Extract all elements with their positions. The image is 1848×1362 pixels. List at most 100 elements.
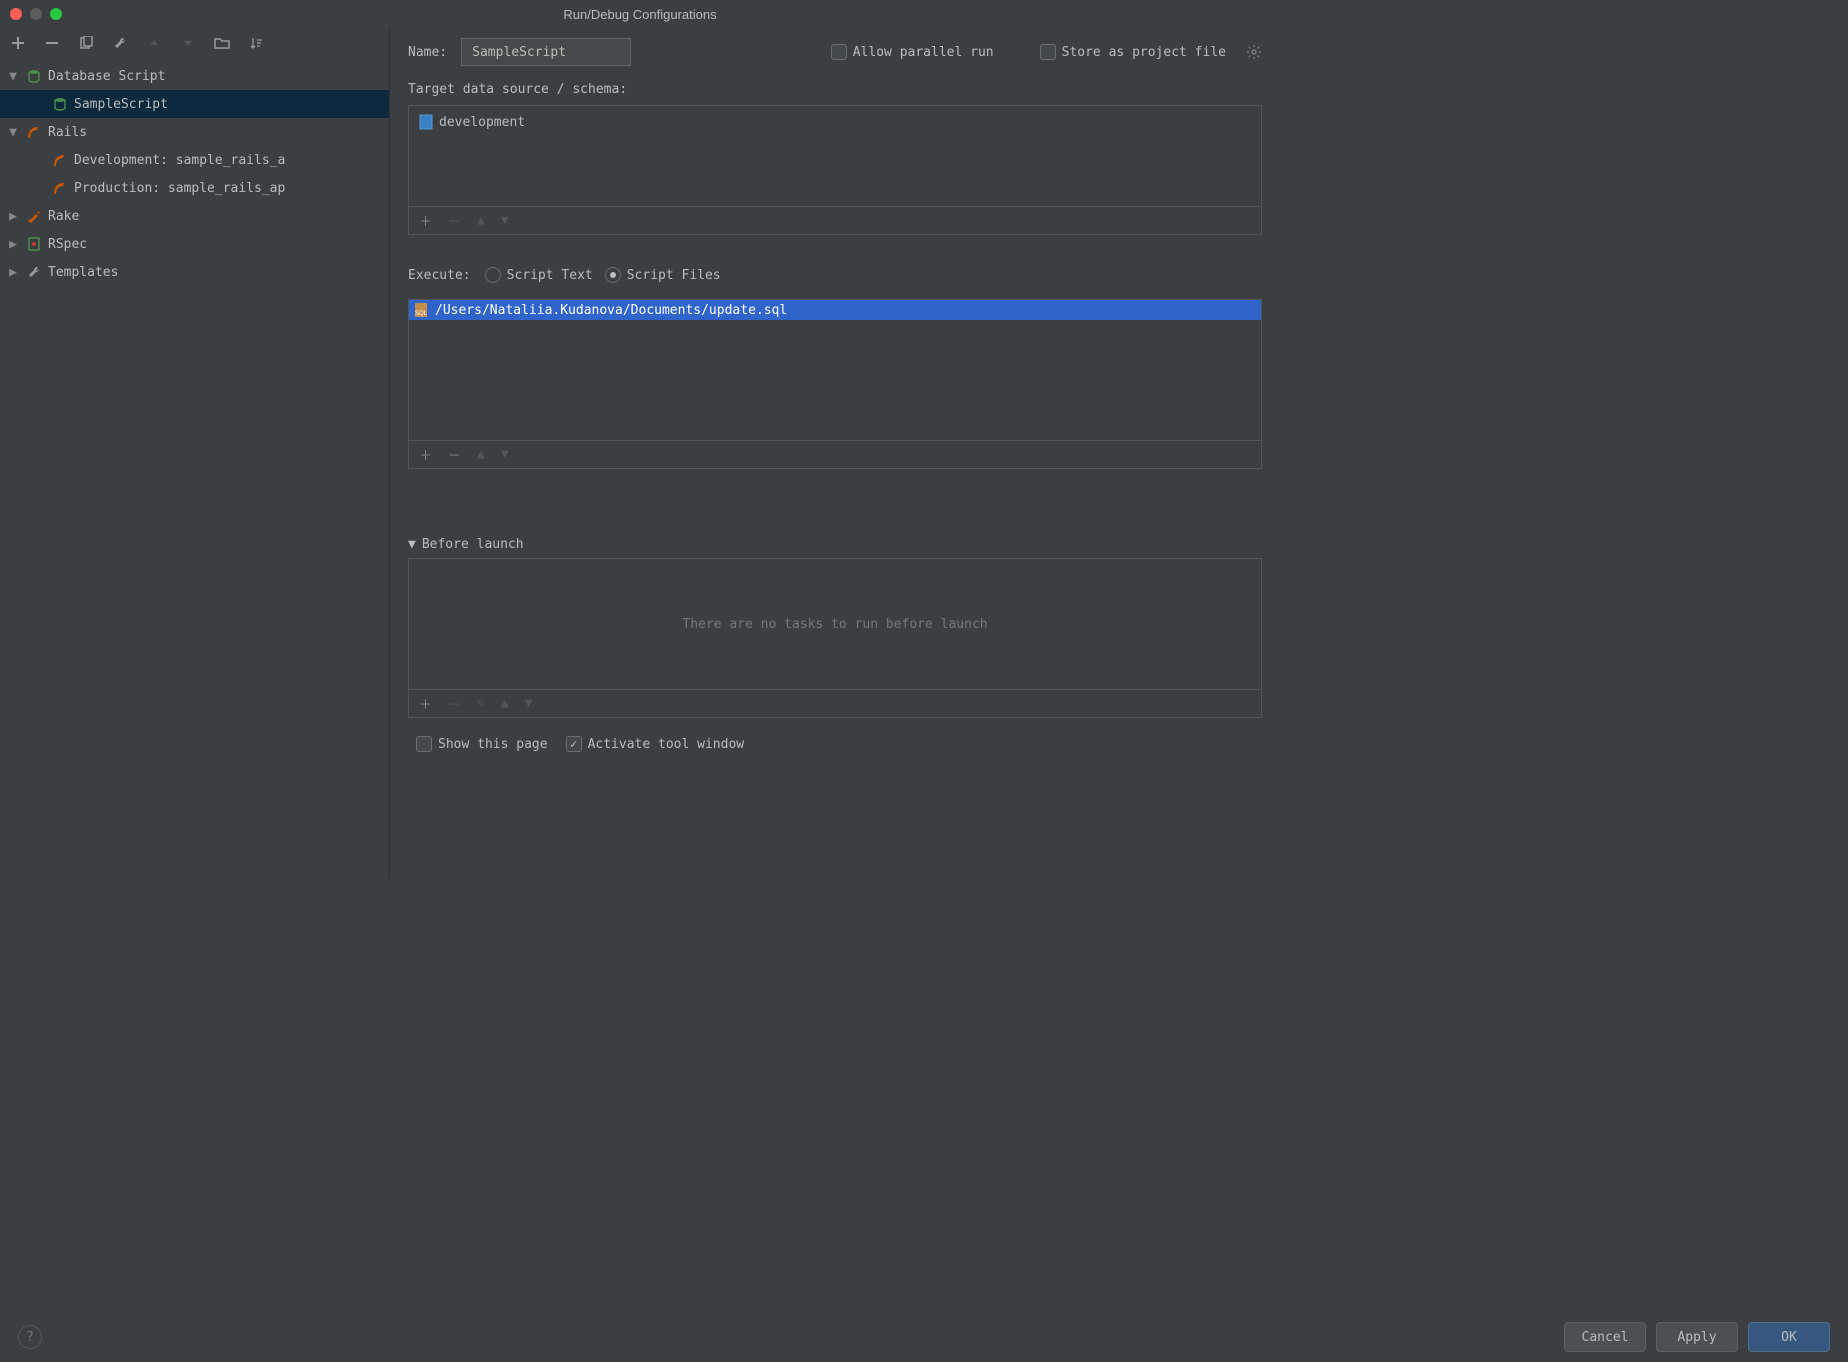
- rake-icon: [24, 208, 44, 224]
- down-icon[interactable]: ▼: [525, 696, 533, 711]
- down-icon[interactable]: [180, 35, 196, 51]
- tree-item-templates[interactable]: ▶ Templates: [0, 258, 389, 286]
- script-file-item[interactable]: SQL /Users/Nataliia.Kudanova/Documents/u…: [409, 300, 1261, 320]
- tree-item-rspec[interactable]: ▶ RSpec: [0, 230, 389, 258]
- before-launch-label: Before launch: [422, 537, 524, 552]
- chevron-right-icon: ▶: [6, 209, 20, 224]
- add-icon[interactable]: [10, 35, 26, 51]
- radio-script-text[interactable]: Script Text: [485, 267, 593, 283]
- chevron-down-icon: ▼: [6, 125, 20, 140]
- target-label: Target data source / schema:: [408, 82, 1262, 97]
- bottom-bar: ? Cancel Apply OK: [0, 1322, 1848, 1352]
- datasource-toolbar: ＋ － ▲ ▼: [409, 206, 1261, 234]
- ok-button[interactable]: OK: [1748, 1322, 1830, 1352]
- checkbox-label: Store as project file: [1062, 45, 1226, 60]
- svg-text:SQL: SQL: [415, 311, 428, 317]
- datasource-item[interactable]: development: [415, 112, 1255, 132]
- remove-icon[interactable]: －: [448, 694, 461, 713]
- activate-window-checkbox[interactable]: Activate tool window: [566, 736, 745, 752]
- copy-icon[interactable]: [78, 35, 94, 51]
- show-page-checkbox[interactable]: Show this page: [416, 736, 548, 752]
- sort-icon[interactable]: [248, 35, 264, 51]
- rspec-icon: [24, 236, 44, 252]
- tree-item-rails[interactable]: ▼ Rails: [0, 118, 389, 146]
- add-icon[interactable]: ＋: [419, 694, 432, 713]
- radio-script-files[interactable]: Script Files: [605, 267, 721, 283]
- execute-label: Execute:: [408, 268, 471, 283]
- tree-label: Templates: [48, 265, 118, 280]
- window-controls: [10, 8, 62, 20]
- radio-icon: [605, 267, 621, 283]
- chevron-down-icon: ▼: [408, 537, 416, 552]
- tree-label: Rails: [48, 125, 87, 140]
- before-launch-toolbar: ＋ － ✎ ▲ ▼: [409, 689, 1261, 717]
- before-launch-header[interactable]: ▼ Before launch: [408, 537, 1262, 552]
- cancel-button[interactable]: Cancel: [1564, 1322, 1646, 1352]
- wrench-icon[interactable]: [112, 35, 128, 51]
- main-panel: Name: Allow parallel run Store as projec…: [390, 28, 1280, 878]
- checkbox-icon: [831, 44, 847, 60]
- tree-label: Development: sample_rails_a: [74, 153, 285, 168]
- up-icon[interactable]: ▲: [501, 696, 509, 711]
- checkbox-label: Activate tool window: [588, 737, 745, 752]
- close-window-button[interactable]: [10, 8, 22, 20]
- chevron-right-icon: ▶: [6, 237, 20, 252]
- radio-label: Script Files: [627, 268, 721, 283]
- apply-button[interactable]: Apply: [1656, 1322, 1738, 1352]
- script-files-list[interactable]: SQL /Users/Nataliia.Kudanova/Documents/u…: [409, 300, 1261, 440]
- script-file-path: /Users/Nataliia.Kudanova/Documents/updat…: [435, 303, 787, 318]
- sql-file-icon: SQL: [413, 302, 429, 318]
- tree-item-samplescript[interactable]: SampleScript: [0, 90, 389, 118]
- edit-icon[interactable]: ✎: [477, 696, 485, 711]
- tree-label: Production: sample_rails_ap: [74, 181, 285, 196]
- up-icon[interactable]: ▲: [477, 447, 485, 462]
- name-label: Name:: [408, 45, 447, 60]
- script-files-toolbar: ＋ － ▲ ▼: [409, 440, 1261, 468]
- radio-label: Script Text: [507, 268, 593, 283]
- tree-item-rake[interactable]: ▶ Rake: [0, 202, 389, 230]
- remove-icon[interactable]: －: [448, 211, 461, 230]
- checkbox-icon: [1040, 44, 1056, 60]
- add-icon[interactable]: ＋: [419, 211, 432, 230]
- name-input[interactable]: [461, 38, 631, 66]
- minimize-window-button[interactable]: [30, 8, 42, 20]
- window-title: Run/Debug Configurations: [563, 7, 716, 22]
- script-files-panel: SQL /Users/Nataliia.Kudanova/Documents/u…: [408, 299, 1262, 469]
- sidebar-toolbar: [0, 28, 389, 58]
- checkbox-label: Allow parallel run: [853, 45, 994, 60]
- help-button[interactable]: ?: [18, 1325, 42, 1349]
- rails-icon: [50, 180, 70, 196]
- tree-label: RSpec: [48, 237, 87, 252]
- zoom-window-button[interactable]: [50, 8, 62, 20]
- down-icon[interactable]: ▼: [501, 213, 509, 228]
- down-icon[interactable]: ▼: [501, 447, 509, 462]
- datasource-icon: [419, 114, 433, 130]
- folder-icon[interactable]: [214, 35, 230, 51]
- checkbox-label: Show this page: [438, 737, 548, 752]
- before-launch-panel: There are no tasks to run before launch …: [408, 558, 1262, 718]
- checkbox-icon: [416, 736, 432, 752]
- chevron-down-icon: ▼: [6, 69, 20, 84]
- radio-icon: [485, 267, 501, 283]
- up-icon[interactable]: ▲: [477, 213, 485, 228]
- remove-icon[interactable]: [44, 35, 60, 51]
- chevron-right-icon: ▶: [6, 265, 20, 280]
- config-tree: ▼ Database Script SampleScript ▼ Rails D…: [0, 62, 389, 286]
- database-icon: [24, 68, 44, 84]
- store-project-checkbox[interactable]: Store as project file: [1040, 44, 1226, 60]
- gear-icon[interactable]: [1246, 44, 1262, 60]
- before-launch-list[interactable]: There are no tasks to run before launch: [409, 559, 1261, 689]
- datasource-name: development: [439, 115, 525, 130]
- datasource-list[interactable]: development: [409, 106, 1261, 206]
- up-icon[interactable]: [146, 35, 162, 51]
- rails-icon: [50, 152, 70, 168]
- remove-icon[interactable]: －: [448, 445, 461, 464]
- checkbox-icon: [566, 736, 582, 752]
- allow-parallel-checkbox[interactable]: Allow parallel run: [831, 44, 994, 60]
- tree-item-rails-dev[interactable]: Development: sample_rails_a: [0, 146, 389, 174]
- before-launch-empty: There are no tasks to run before launch: [682, 617, 987, 632]
- tree-label: SampleScript: [74, 97, 168, 112]
- tree-item-database-script[interactable]: ▼ Database Script: [0, 62, 389, 90]
- tree-item-rails-prod[interactable]: Production: sample_rails_ap: [0, 174, 389, 202]
- add-icon[interactable]: ＋: [419, 445, 432, 464]
